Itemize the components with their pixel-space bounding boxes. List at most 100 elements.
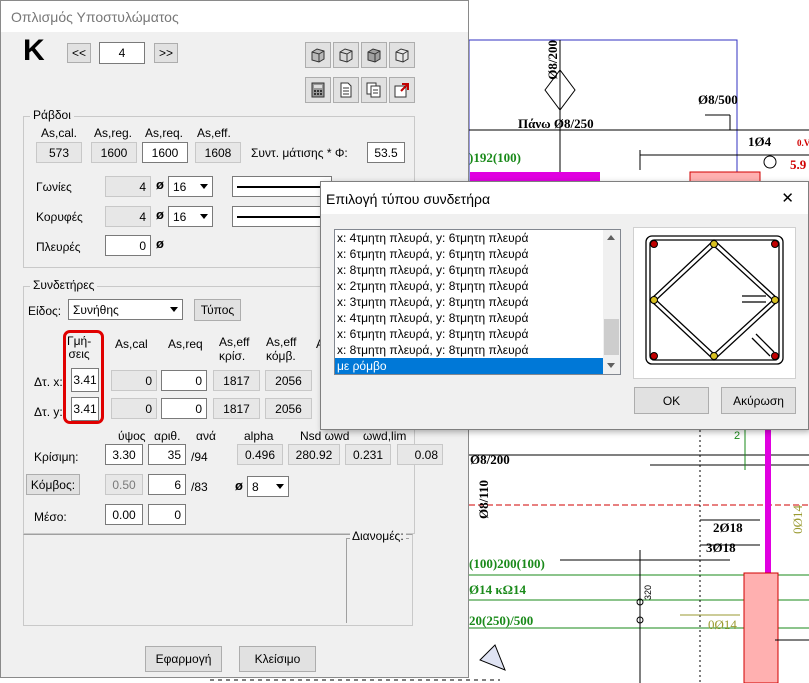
middle-label: Μέσο:	[34, 510, 67, 524]
peaks-label: Κορυφές	[36, 210, 83, 224]
cad-label: 5.9	[790, 157, 807, 172]
stirrup-y-as-eff-node: 2056	[265, 398, 312, 419]
stirrup-x-as-cal: 0	[111, 370, 157, 391]
diameter-symbol: ø	[156, 236, 164, 251]
stirrup-type-value: Συνήθης	[73, 302, 119, 317]
per-header: ανά	[196, 429, 216, 443]
stirrup-y-legs-field[interactable]: 3.41	[71, 397, 99, 421]
calculator-icon[interactable]	[305, 77, 331, 103]
cad-label: 2	[734, 430, 741, 442]
view-3d-icon[interactable]	[305, 42, 331, 68]
window-titlebar: Οπλισμός Υποστυλώματος	[1, 1, 468, 32]
list-item-selected[interactable]: με ρόμβο	[335, 358, 620, 374]
list-item[interactable]: x: 6τμητη πλευρά, y: 8τμητη πλευρά	[335, 326, 620, 342]
close-icon[interactable]: ✕	[781, 189, 794, 207]
as-reg-header: As,reg.	[94, 126, 133, 140]
prev-column-button[interactable]: <<	[67, 43, 91, 63]
column-letter: K	[23, 34, 45, 67]
as-eff-value: 1608	[195, 142, 241, 163]
stirrup-type-label: Είδος:	[28, 304, 62, 318]
as-req-header: As,req.	[145, 126, 184, 140]
stirrup-type-dialog: Επιλογή τύπου συνδετήρα ✕ x: 4τμητη πλευ…	[320, 181, 809, 430]
apply-button[interactable]: Εφαρμογή	[145, 646, 222, 672]
corners-count: 4	[105, 176, 151, 197]
as-eff-critical-header: As,eff κρίσ.	[219, 335, 250, 363]
corners-diameter-value: 16	[173, 179, 187, 194]
bars-group-title: Ράβδοι	[30, 108, 74, 122]
node-diameter-value: 8	[252, 479, 259, 494]
middle-count-field[interactable]: 0	[148, 504, 186, 525]
list-item[interactable]: x: 3τμητη πλευρά, y: 8τμητη πλευρά	[335, 294, 620, 310]
height-header: ύψος	[118, 429, 146, 443]
nsd-header: Nsd ωwd	[300, 429, 350, 443]
stirrup-x-as-eff-node: 2056	[265, 370, 312, 391]
stirrup-type-select[interactable]: Συνήθης	[68, 299, 183, 320]
cad-label: 0Ø14	[708, 617, 737, 632]
critical-count-field[interactable]: 35	[148, 444, 186, 465]
as-cal-header: As,cal.	[41, 126, 78, 140]
peaks-diameter-select[interactable]: 16	[168, 206, 213, 227]
distributions-box	[346, 538, 409, 623]
stirrup-types-button[interactable]: Τύπος	[194, 299, 241, 321]
cad-label: 320	[643, 585, 653, 601]
cad-label: Ø14 κΩ14	[469, 582, 526, 597]
list-item[interactable]: x: 4τμητη πλευρά, y: 8τμητη πλευρά	[335, 310, 620, 326]
list-item[interactable]: x: 8τμητη πλευρά, y: 6τμητη πλευρά	[335, 262, 620, 278]
cad-label: )192(100)	[469, 150, 521, 165]
diameter-symbol: ø	[156, 177, 164, 192]
as-eff-header: As,eff.	[197, 126, 231, 140]
scrollbar-thumb[interactable]	[604, 319, 619, 355]
next-column-button[interactable]: >>	[154, 43, 178, 63]
corners-line-style[interactable]	[232, 176, 332, 197]
cad-label: 3Ø18	[706, 540, 736, 555]
count-header: αριθ.	[154, 429, 181, 443]
stirrup-type-list[interactable]: x: 4τμητη πλευρά, y: 6τμητη πλευρά x: 6τ…	[334, 229, 621, 375]
cad-label: 1Ø4	[748, 134, 772, 149]
chevron-down-icon	[195, 207, 212, 226]
list-item[interactable]: x: 4τμητη πλευρά, y: 6τμητη πλευρά	[335, 230, 620, 246]
critical-wlim-value: 0.08	[397, 444, 443, 465]
copy-documents-icon[interactable]	[361, 77, 387, 103]
critical-label: Κρίσιμη:	[34, 450, 79, 464]
cad-label: Πάνω Ø8/250	[518, 116, 594, 131]
distributions-label: Διανομές:	[350, 529, 406, 543]
cad-label: (100)200(100)	[469, 556, 545, 571]
view-front-icon[interactable]	[333, 42, 359, 68]
splice-factor-label: Συντ. μάτισης * Φ:	[251, 146, 348, 160]
node-button[interactable]: Κόμβος:	[26, 474, 80, 495]
cad-label: 20(250)/500	[469, 613, 534, 628]
cad-label: Ø8/500	[698, 92, 738, 107]
stirrup-x-legs-field[interactable]: 3.41	[71, 368, 99, 392]
stirrup-y-as-cal: 0	[111, 398, 157, 419]
node-height-value: 0.50	[105, 474, 143, 495]
as-req-field[interactable]: 1600	[142, 142, 188, 163]
node-count-field[interactable]: 6	[148, 474, 186, 495]
diameter-symbol: ø	[235, 478, 243, 493]
close-button[interactable]: Κλείσιμο	[239, 646, 316, 672]
corners-diameter-select[interactable]: 16	[168, 176, 213, 197]
critical-height-field[interactable]: 3.30	[105, 444, 143, 465]
node-diameter-select[interactable]: 8	[247, 476, 289, 497]
ok-button[interactable]: OK	[634, 387, 709, 414]
scroll-down-icon[interactable]	[607, 363, 615, 368]
peaks-line-style[interactable]	[232, 206, 332, 227]
stirrup-y-as-req-field[interactable]: 0	[161, 398, 207, 419]
document-icon[interactable]	[333, 77, 359, 103]
chevron-down-icon	[165, 300, 182, 319]
list-item[interactable]: x: 6τμητη πλευρά, y: 6τμητη πλευρά	[335, 246, 620, 262]
list-scrollbar[interactable]	[603, 230, 620, 374]
splice-factor-field[interactable]: 53.5	[367, 142, 405, 163]
middle-height-field[interactable]: 0.00	[105, 504, 143, 525]
column-index-field[interactable]: 4	[99, 42, 145, 64]
list-item[interactable]: x: 2τμητη πλευρά, y: 8τμητη πλευρά	[335, 278, 620, 294]
export-icon[interactable]	[389, 77, 415, 103]
view-top-icon[interactable]	[389, 42, 415, 68]
stirrup-x-as-req-field[interactable]: 0	[161, 370, 207, 391]
sides-label: Πλευρές	[36, 240, 81, 254]
scroll-up-icon[interactable]	[607, 235, 615, 240]
view-side-icon[interactable]	[361, 42, 387, 68]
list-item[interactable]: x: 8τμητη πλευρά, y: 8τμητη πλευρά	[335, 342, 620, 358]
node-per-value: /83	[191, 480, 208, 494]
cancel-button[interactable]: Ακύρωση	[721, 387, 796, 414]
sides-count-field[interactable]: 0	[105, 235, 151, 256]
